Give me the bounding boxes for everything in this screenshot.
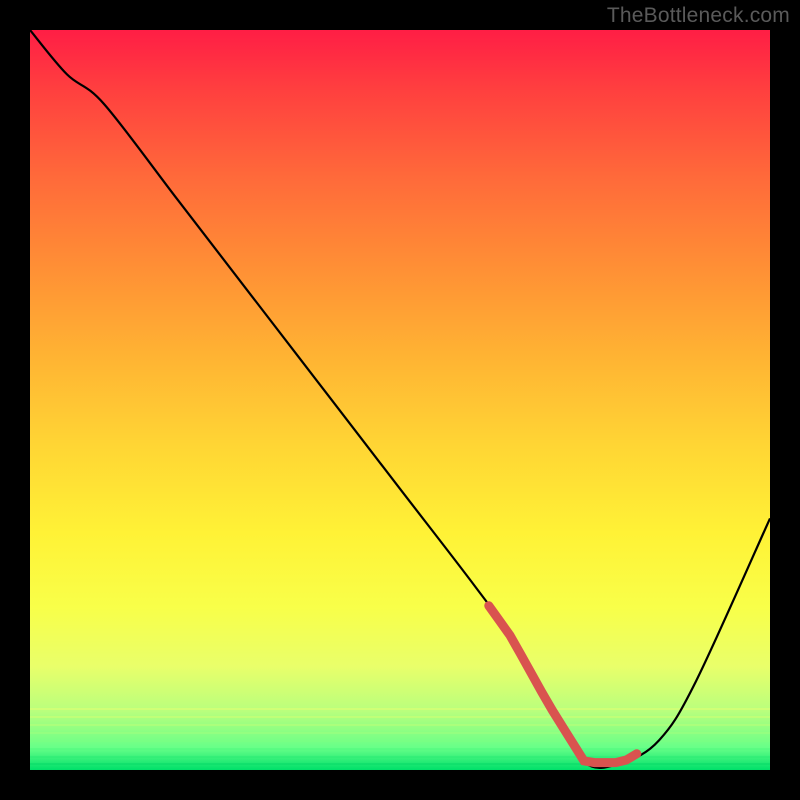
bottleneck-curve [30, 30, 770, 768]
watermark-text: TheBottleneck.com [607, 4, 790, 28]
chart-canvas: TheBottleneck.com [0, 0, 800, 800]
curve-svg [30, 30, 770, 770]
plot-area [30, 30, 770, 770]
optimal-range-marker [489, 606, 637, 763]
